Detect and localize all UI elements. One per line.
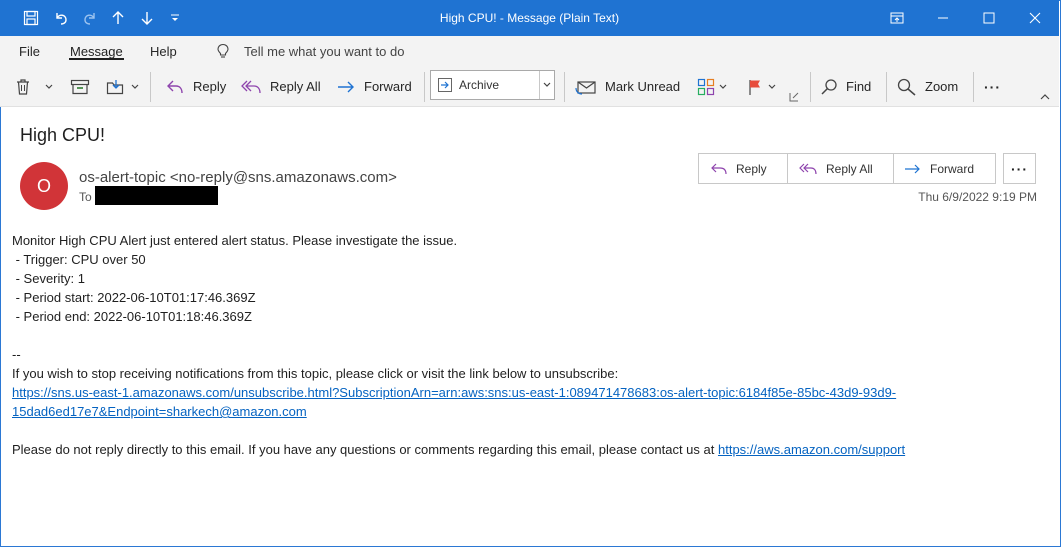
tell-me-search[interactable]: Tell me what you want to do: [216, 43, 404, 59]
archive-box-icon[interactable]: [70, 67, 90, 106]
unsubscribe-link-continued[interactable]: 15dad6ed17e7&Endpoint=sharkech@amazon.co…: [12, 404, 307, 419]
follow-up-button[interactable]: [747, 67, 777, 106]
delete-button[interactable]: [14, 67, 32, 106]
save-icon[interactable]: [20, 0, 42, 36]
arrow-down-icon[interactable]: [136, 0, 158, 36]
body-line: Monitor High CPU Alert just entered aler…: [12, 233, 458, 248]
tab-help[interactable]: Help: [150, 44, 177, 59]
message-body: Monitor High CPU Alert just entered aler…: [12, 231, 1042, 459]
zoom-button[interactable]: Zoom: [897, 67, 958, 106]
footer-text: Please do not reply directly to this ema…: [12, 442, 718, 457]
reply-button[interactable]: Reply: [699, 154, 788, 183]
ribbon-reply-label: Reply: [193, 79, 227, 94]
maximize-icon[interactable]: [966, 0, 1012, 36]
body-blank: [12, 421, 1042, 440]
categorize-icon: [697, 78, 715, 95]
group-launcher-icon[interactable]: [789, 90, 799, 104]
ribbon-separator: [424, 72, 425, 102]
ribbon-forward-label: Forward: [364, 79, 412, 94]
ribbon-reply-all-button[interactable]: Reply All: [240, 67, 321, 106]
quick-step-chevron-down-icon[interactable]: [539, 71, 554, 99]
ribbon-reply-button[interactable]: Reply: [165, 67, 226, 106]
unsubscribe-link[interactable]: https://sns.us-east-1.amazonaws.com/unsu…: [12, 385, 896, 400]
ribbon-separator: [150, 72, 151, 102]
body-line: - Period start: 2022-06-10T01:17:46.369Z: [12, 290, 256, 305]
ribbon-separator: [564, 72, 565, 102]
delete-dropdown-icon[interactable]: [44, 67, 54, 106]
ribbon-forward-button[interactable]: Forward: [336, 67, 412, 106]
mark-unread-label: Mark Unread: [605, 79, 681, 94]
ribbon-separator: [973, 72, 974, 102]
reply-all-icon: [241, 80, 261, 93]
minimize-icon[interactable]: [920, 0, 966, 36]
unsubscribe-text: If you wish to stop receiving notificati…: [12, 366, 619, 381]
mark-unread-button[interactable]: Mark Unread: [575, 67, 680, 106]
close-icon[interactable]: [1012, 0, 1058, 36]
search-icon: [821, 78, 837, 95]
ribbon-reply-all-label: Reply All: [270, 79, 321, 94]
received-date: Thu 6/9/2022 9:19 PM: [918, 190, 1037, 204]
move-dropdown-icon: [131, 84, 139, 89]
find-label: Find: [846, 79, 872, 94]
message-subject: High CPU!: [20, 125, 106, 145]
lightbulb-icon: [217, 43, 229, 58]
tab-file[interactable]: File: [19, 44, 40, 59]
move-button[interactable]: [106, 67, 140, 106]
quick-steps-dropdown[interactable]: Archive: [430, 70, 555, 100]
redo-icon[interactable]: [79, 0, 101, 36]
quick-step-label: Archive: [459, 78, 500, 92]
trash-icon: [17, 78, 29, 95]
customize-qat-icon[interactable]: [166, 0, 184, 36]
body-blank: [12, 326, 1042, 345]
avatar: O: [20, 162, 68, 210]
more-actions-button[interactable]: ···: [1003, 153, 1036, 184]
body-line: - Trigger: CPU over 50: [12, 252, 146, 267]
reply-all-label: Reply All: [826, 161, 873, 176]
signature-separator: --: [12, 347, 21, 362]
zoom-icon: [897, 78, 916, 96]
redacted-recipient: [95, 186, 218, 205]
reply-icon: [167, 80, 183, 93]
undo-icon[interactable]: [50, 0, 72, 36]
move-folder-icon: [106, 79, 124, 94]
more-commands-button[interactable]: ···: [984, 67, 1001, 106]
flag-icon: [749, 79, 760, 95]
categorize-dropdown-icon: [719, 84, 727, 89]
ribbon-display-options-icon[interactable]: [874, 0, 920, 36]
collapse-ribbon-icon[interactable]: [1040, 90, 1050, 104]
ribbon-separator: [886, 72, 887, 102]
reply-label: Reply: [736, 161, 767, 176]
title-bar: High CPU! - Message (Plain Text): [0, 0, 1059, 36]
to-label: To: [79, 190, 92, 204]
sender-address[interactable]: os-alert-topic <no-reply@sns.amazonaws.c…: [79, 169, 397, 186]
reply-all-button[interactable]: Reply All: [788, 154, 894, 183]
forward-label: Forward: [930, 161, 975, 176]
tell-me-label: Tell me what you want to do: [244, 43, 405, 59]
tab-message[interactable]: Message: [70, 44, 123, 59]
categorize-button[interactable]: [697, 67, 728, 106]
forward-icon: [905, 164, 920, 173]
mark-unread-icon: [575, 80, 596, 95]
body-line: - Severity: 1: [12, 271, 85, 286]
message-actions: Reply Reply All Forward: [698, 153, 996, 184]
quick-step-icon: [438, 78, 452, 92]
reply-icon: [711, 163, 727, 174]
active-tab-indicator: [69, 58, 124, 60]
follow-up-dropdown-icon: [768, 84, 776, 89]
reply-all-icon: [799, 163, 817, 174]
body-line: - Period end: 2022-06-10T01:18:46.369Z: [12, 309, 252, 324]
support-link[interactable]: https://aws.amazon.com/support: [718, 442, 905, 457]
forward-button[interactable]: Forward: [894, 154, 995, 183]
arrow-up-icon[interactable]: [107, 0, 129, 36]
ribbon-separator: [810, 72, 811, 102]
forward-icon: [338, 81, 354, 92]
find-button[interactable]: Find: [820, 67, 871, 106]
zoom-label: Zoom: [925, 79, 959, 94]
